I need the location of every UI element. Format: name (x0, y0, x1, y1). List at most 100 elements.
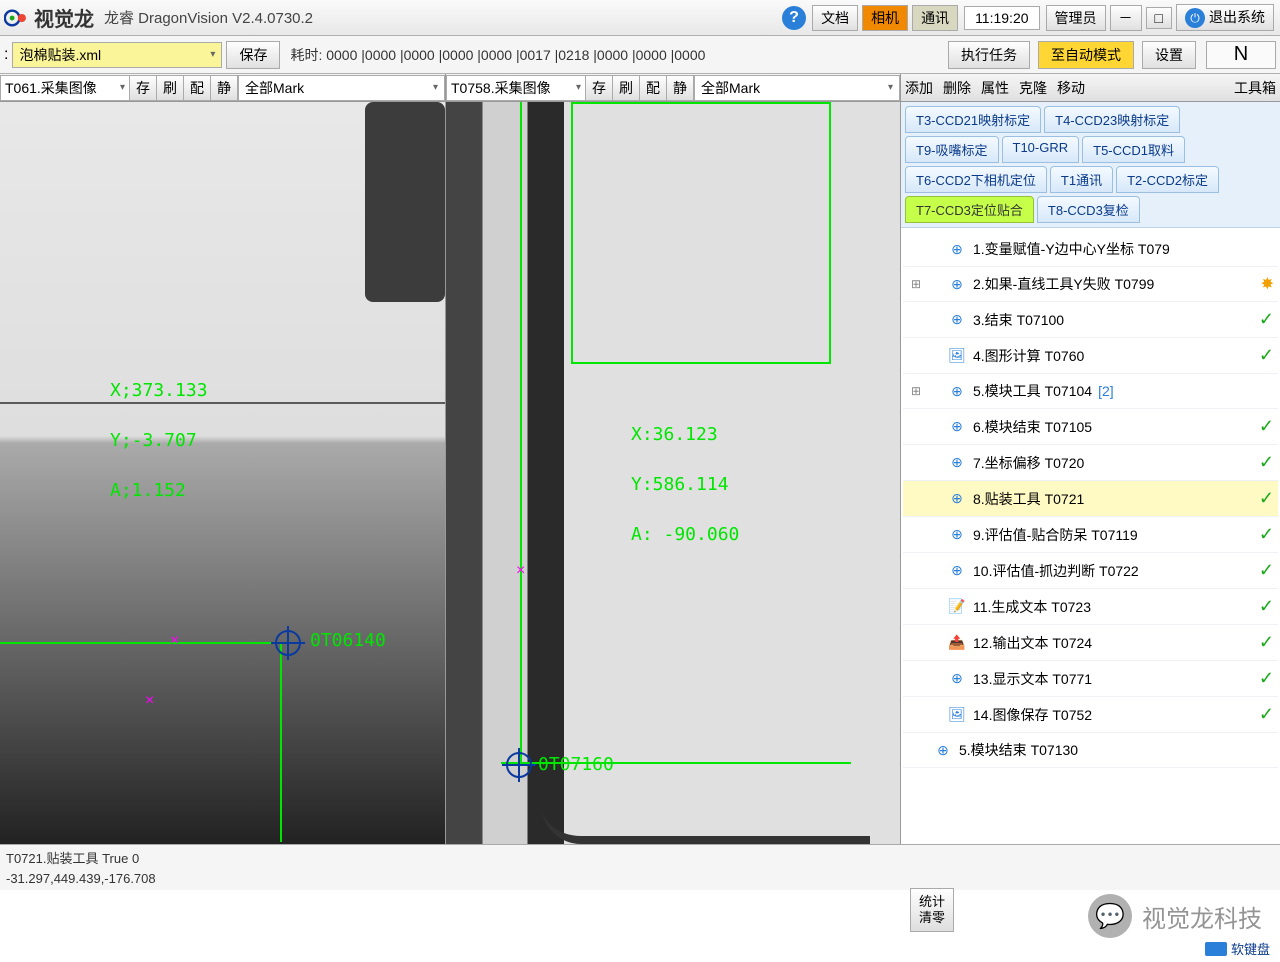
view-left-mark-selector[interactable]: 全部Mark▾ (238, 75, 445, 101)
maximize-button[interactable]: □ (1146, 7, 1172, 29)
view-right-btn-save[interactable]: 存 (585, 75, 613, 101)
toolbox-button[interactable]: 工具箱 (1234, 78, 1276, 98)
admin-button[interactable]: 管理员 (1046, 5, 1106, 31)
tree-item[interactable]: ⊕5.模块结束 T07130 (903, 733, 1278, 768)
tool-move[interactable]: 移动 (1057, 78, 1085, 98)
auto-mode-button[interactable]: 至自动模式 (1038, 41, 1134, 69)
tree-item[interactable]: ⊕10.评估值-抓边判断 T0722✓ (903, 553, 1278, 589)
view-right: T0758.采集图像▾ 存 刷 配 静 全部Mark▾ X:36.123 Y:5… (445, 74, 900, 844)
wechat-icon: 💬 (1088, 894, 1132, 938)
tab[interactable]: T7-CCD3定位贴合 (905, 196, 1034, 223)
tool-add[interactable]: 添加 (905, 78, 933, 98)
help-icon[interactable]: ? (782, 6, 806, 30)
check-icon: ✓ (1259, 668, 1274, 689)
camera-button[interactable]: 相机 (862, 5, 908, 31)
exit-button[interactable]: ⏻退出系统 (1176, 4, 1274, 32)
view-right-selector[interactable]: T0758.采集图像▾ (446, 75, 586, 101)
tree-item[interactable]: ⊕7.坐标偏移 T0720✓ (903, 445, 1278, 481)
view-left-selector[interactable]: T061.采集图像▾ (0, 75, 130, 101)
action-bar: : 泡棉贴装.xml▾ 保存 耗时: 0000 |0000 |0000 |000… (0, 36, 1280, 74)
stat-reset-button[interactable]: 统计 清零 (910, 888, 954, 932)
tool-icon: 🖼 (947, 346, 967, 366)
mode-indicator: N (1206, 41, 1276, 69)
overlay-y: Y;-3.707 (110, 430, 197, 451)
overlay-a: A;1.152 (110, 480, 186, 501)
view-right-canvas[interactable]: X:36.123 Y:586.114 A: -90.060 0T07160 × (446, 102, 900, 844)
target-icon (275, 630, 301, 656)
tree-item[interactable]: ⊞⊕2.如果-直线工具Y失败 T0799✸ (903, 267, 1278, 302)
view-left: T061.采集图像▾ 存 刷 配 静 全部Mark▾ X;373.133 Y;-… (0, 74, 445, 844)
check-icon: ✓ (1259, 560, 1274, 581)
tool-icon: ⊕ (947, 561, 967, 581)
tool-icon: ⊕ (947, 381, 967, 401)
tab[interactable]: T8-CCD3复检 (1037, 196, 1140, 223)
status-bar: T0721.贴装工具 True 0 -31.297,449.439,-176.7… (0, 844, 1280, 890)
tool-tree[interactable]: ⊕1.变量赋值-Y边中心Y坐标 T079⊞⊕2.如果-直线工具Y失败 T0799… (901, 228, 1280, 844)
tab[interactable]: T1通讯 (1050, 166, 1113, 193)
soft-keyboard-button[interactable]: 软键盘 (1205, 939, 1270, 958)
tree-item[interactable]: ⊕1.变量赋值-Y边中心Y坐标 T079 (903, 232, 1278, 267)
tool-icon: ⊕ (947, 274, 967, 294)
tool-icon: 📤 (947, 633, 967, 653)
tree-item[interactable]: 📝11.生成文本 T0723✓ (903, 589, 1278, 625)
settings-button[interactable]: 设置 (1142, 41, 1196, 69)
warn-icon: ✸ (1261, 274, 1274, 294)
tool-props[interactable]: 属性 (981, 78, 1009, 98)
view-left-btn-static[interactable]: 静 (210, 75, 238, 101)
status-line1: T0721.贴装工具 True 0 (6, 849, 1274, 869)
tab[interactable]: T3-CCD21映射标定 (905, 106, 1041, 133)
tree-item[interactable]: ⊕3.结束 T07100✓ (903, 302, 1278, 338)
tool-icon: ⊕ (947, 239, 967, 259)
tab[interactable]: T2-CCD2标定 (1116, 166, 1219, 193)
minimize-button[interactable]: － (1110, 5, 1142, 31)
tree-item[interactable]: ⊕6.模块结束 T07105✓ (903, 409, 1278, 445)
check-icon: ✓ (1259, 632, 1274, 653)
tree-item[interactable]: 🖼14.图像保存 T0752✓ (903, 697, 1278, 733)
file-selector[interactable]: 泡棉贴装.xml▾ (12, 42, 222, 68)
tabs-container: T3-CCD21映射标定T4-CCD23映射标定 T9-吸嘴标定T10-GRRT5… (901, 102, 1280, 228)
view-left-btn-save[interactable]: 存 (129, 75, 157, 101)
tab[interactable]: T4-CCD23映射标定 (1044, 106, 1180, 133)
view-right-btn-static[interactable]: 静 (666, 75, 694, 101)
save-button[interactable]: 保存 (226, 41, 280, 69)
tool-delete[interactable]: 删除 (943, 78, 971, 98)
tree-item[interactable]: ⊕8.贴装工具 T0721✓ (903, 481, 1278, 517)
tab[interactable]: T6-CCD2下相机定位 (905, 166, 1047, 193)
check-icon: ✓ (1259, 524, 1274, 545)
app-title: 龙睿 DragonVision V2.4.0730.2 (104, 7, 313, 28)
tree-item[interactable]: 📤12.输出文本 T0724✓ (903, 625, 1278, 661)
tree-item[interactable]: ⊕9.评估值-贴合防呆 T07119✓ (903, 517, 1278, 553)
tool-icon: ⊕ (947, 417, 967, 437)
watermark: 💬 视觉龙科技 (1088, 894, 1262, 938)
view-left-btn-refresh[interactable]: 刷 (156, 75, 184, 101)
tool-icon: ⊕ (947, 525, 967, 545)
view-left-canvas[interactable]: X;373.133 Y;-3.707 A;1.152 0T06140 ×× (0, 102, 445, 844)
tool-icon: ⊕ (947, 669, 967, 689)
timing-label: 耗时: 0000 |0000 |0000 |0000 |0000 |0017 |… (290, 45, 705, 65)
view-right-btn-refresh[interactable]: 刷 (612, 75, 640, 101)
tab[interactable]: T9-吸嘴标定 (905, 136, 999, 163)
overlay-a: A: -90.060 (631, 524, 739, 545)
right-panel: 添加 删除 属性 克隆 移动 工具箱 T3-CCD21映射标定T4-CCD23映… (900, 74, 1280, 844)
check-icon: ✓ (1259, 596, 1274, 617)
tool-clone[interactable]: 克隆 (1019, 78, 1047, 98)
tool-icon: 🖼 (947, 705, 967, 725)
tree-item[interactable]: ⊞⊕5.模块工具 T07104[2] (903, 374, 1278, 409)
exec-task-button[interactable]: 执行任务 (948, 41, 1030, 69)
tab[interactable]: T10-GRR (1002, 136, 1080, 163)
time-display: 11:19:20 (964, 6, 1039, 30)
view-right-mark-selector[interactable]: 全部Mark▾ (694, 75, 900, 101)
overlay-x: X;373.133 (110, 380, 208, 401)
tool-icon: ⊕ (947, 489, 967, 509)
view-left-btn-config[interactable]: 配 (183, 75, 211, 101)
comm-button[interactable]: 通讯 (912, 5, 958, 31)
check-icon: ✓ (1259, 345, 1274, 366)
check-icon: ✓ (1259, 488, 1274, 509)
tab[interactable]: T5-CCD1取料 (1082, 136, 1185, 163)
tree-item[interactable]: ⊕13.显示文本 T0771✓ (903, 661, 1278, 697)
view-right-btn-config[interactable]: 配 (639, 75, 667, 101)
logo-icon (4, 5, 30, 31)
tree-item[interactable]: 🖼4.图形计算 T0760✓ (903, 338, 1278, 374)
doc-button[interactable]: 文档 (812, 5, 858, 31)
target-icon (506, 752, 532, 778)
